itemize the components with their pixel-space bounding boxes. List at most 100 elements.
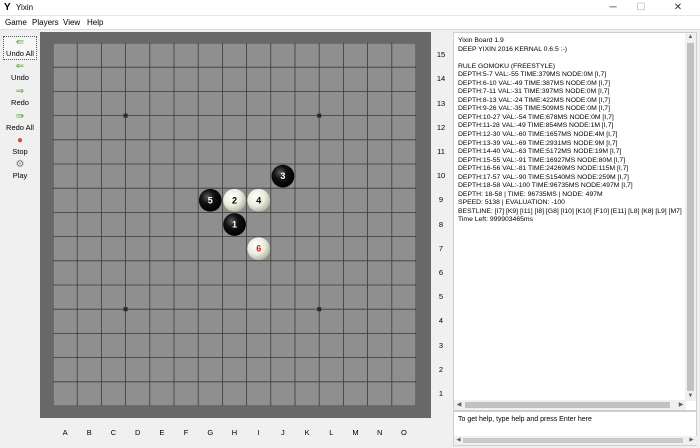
column-label: K xyxy=(304,428,310,437)
star-point xyxy=(317,307,322,312)
scroll-left-icon[interactable]: ◀ xyxy=(454,400,464,410)
black-stone: 3 xyxy=(271,164,295,188)
toolbar-button-label: Play xyxy=(12,171,28,180)
menu-view[interactable]: View xyxy=(63,18,80,28)
scroll-right-icon[interactable]: ▶ xyxy=(687,436,696,445)
row-label: 4 xyxy=(438,316,444,326)
command-horizontal-scrollbar[interactable]: ◀ ▶ xyxy=(454,436,697,445)
black-stone: 1 xyxy=(223,213,246,236)
app-icon: Y xyxy=(4,2,11,13)
log-line: DEPTH:6-10 VAL:-49 TIME:387MS NODE:0M [I… xyxy=(458,79,610,87)
log-line: Yixin Board 1.9 xyxy=(458,37,504,44)
column-label: A xyxy=(62,428,68,437)
play-icon: ⚙ xyxy=(15,159,25,170)
column-label: C xyxy=(110,428,117,437)
log-line: Time Left: 999903465ms xyxy=(458,216,533,224)
game-board[interactable]: 1 2 3 4 5 6 xyxy=(53,43,416,406)
row-label: 7 xyxy=(438,243,444,253)
log-line: DEPTH:12-30 VAL:-60 TIME:1657MS NODE:4M … xyxy=(458,131,618,139)
undo-all-icon: ⇚ xyxy=(15,37,25,48)
scroll-right-icon[interactable]: ▶ xyxy=(676,400,686,410)
move-number: 6 xyxy=(256,244,261,254)
column-label: M xyxy=(352,428,359,437)
log-line: DEPTH:14-40 VAL:-63 TIME:5172MS NODE:19M… xyxy=(458,148,622,156)
column-label: H xyxy=(231,428,238,437)
log-line: DEPTH:10-27 VAL:-54 TIME:678MS NODE:0M [… xyxy=(458,113,614,121)
toolbar-redo-button[interactable]: ⇒ Redo xyxy=(3,86,37,110)
log-line: DEEP YIXIN 2016 KERNAL 0.6.5 :-) xyxy=(458,45,568,53)
log-line: DEPTH:7-11 VAL:-31 TIME:397MS NODE:0M [I… xyxy=(458,88,610,96)
toolbar-button-label: Undo xyxy=(11,73,29,82)
engine-log-panel[interactable]: Yixin Board 1.9 DEEP YIXIN 2016 KERNAL 0.… xyxy=(453,32,697,411)
toolbar-undo-button[interactable]: ⇐ Undo xyxy=(3,61,37,85)
window-title: Yixin xyxy=(16,3,34,12)
column-label: I xyxy=(257,428,260,437)
log-line: DEPTH:9-26 VAL:-35 TIME:509MS NODE:0M [I… xyxy=(458,105,610,113)
toolbar-redo-all-button[interactable]: ⇛ Redo All xyxy=(3,111,37,135)
row-label: 1 xyxy=(438,388,444,398)
row-label: 14 xyxy=(436,74,446,84)
move-number: 1 xyxy=(232,220,237,230)
row-label: 13 xyxy=(436,98,446,108)
move-number: 4 xyxy=(256,195,261,205)
row-label: 8 xyxy=(438,219,444,229)
move-number: 2 xyxy=(232,195,237,205)
menu-game[interactable]: Game xyxy=(5,18,27,28)
column-label: N xyxy=(376,428,383,437)
menu-help[interactable]: Help xyxy=(87,18,103,28)
toolbar-button-label: Undo All xyxy=(6,49,34,58)
log-vertical-scrollbar[interactable]: ▲ ▼ xyxy=(685,33,696,401)
star-point xyxy=(317,113,322,118)
command-input[interactable]: To get help, type help and press Enter h… xyxy=(453,411,697,446)
undo-icon: ⇐ xyxy=(15,61,25,72)
column-label: F xyxy=(183,428,189,437)
column-label: E xyxy=(159,428,165,437)
log-line: DEPTH:8-13 VAL:-24 TIME:422MS NODE:0M [I… xyxy=(458,96,610,104)
scroll-thumb[interactable] xyxy=(465,402,670,408)
toolbar-play-button[interactable]: ⚙ Play xyxy=(3,159,37,183)
log-horizontal-scrollbar[interactable]: ◀ ▶ xyxy=(454,400,686,410)
white-stone: 4 xyxy=(247,188,271,212)
row-label: 2 xyxy=(438,364,444,374)
redo-all-icon: ⇛ xyxy=(15,111,25,122)
column-label: O xyxy=(400,428,407,437)
row-label: 15 xyxy=(436,50,446,60)
column-label: D xyxy=(134,428,141,437)
log-line: DEPTH:17-57 VAL:-90 TIME:51540MS NODE:25… xyxy=(458,173,629,181)
toolbar: ⇚ Undo All ⇐ Undo ⇒ Redo ⇛ Redo All ● Stop ⚙ Play xyxy=(0,32,40,448)
white-stone: 6 xyxy=(247,237,271,261)
scroll-thumb[interactable] xyxy=(463,438,683,443)
white-stone: 2 xyxy=(223,188,246,212)
toolbar-button-label: Redo All xyxy=(6,123,34,132)
log-line: DEPTH:13-39 VAL:-69 TIME:2931MS NODE:9M … xyxy=(458,139,618,147)
scroll-down-icon[interactable]: ▼ xyxy=(685,392,696,401)
stop-icon: ● xyxy=(16,135,24,146)
close-button[interactable]: ✕ xyxy=(664,0,692,16)
toolbar-button-label: Stop xyxy=(12,147,28,156)
maximize-button[interactable]: ☐ xyxy=(627,0,655,16)
log-line: DEPTH:15-55 VAL:-91 TIME:16927MS NODE:80… xyxy=(458,156,626,164)
menu-players[interactable]: Players xyxy=(32,18,59,28)
move-number: 5 xyxy=(208,195,213,205)
minimize-button[interactable]: ─ xyxy=(599,0,627,16)
log-line: BESTLINE: [I7] [K9] [I11] [I8] [G8] [I10… xyxy=(458,207,682,215)
log-line: SPEED: 5138 | EVALUATION: -100 xyxy=(458,199,565,207)
log-line: RULE GOMOKU (FREESTYLE) xyxy=(458,62,556,70)
row-label: 5 xyxy=(438,292,444,302)
command-hint: To get help, type help and press Enter h… xyxy=(458,416,592,423)
row-label: 10 xyxy=(436,171,446,181)
log-line: DEPTH:16-56 VAL:-81 TIME:24269MS NODE:11… xyxy=(458,165,629,173)
row-label: 12 xyxy=(436,122,446,132)
star-point xyxy=(123,113,128,118)
toolbar-undo-all-button[interactable]: ⇚ Undo All xyxy=(3,36,37,60)
engine-log: Yixin Board 1.9 DEEP YIXIN 2016 KERNAL 0.… xyxy=(458,37,685,403)
scroll-left-icon[interactable]: ◀ xyxy=(454,436,463,445)
scroll-up-icon[interactable]: ▲ xyxy=(685,33,696,42)
toolbar-button-label: Redo xyxy=(11,98,29,107)
row-label: 9 xyxy=(438,195,444,205)
row-label: 6 xyxy=(438,267,444,277)
log-line: DEPTH:18-58 VAL:-100 TIME:96735MS NODE:4… xyxy=(458,182,633,190)
toolbar-stop-button[interactable]: ● Stop xyxy=(3,135,37,159)
scroll-thumb[interactable] xyxy=(687,43,694,391)
